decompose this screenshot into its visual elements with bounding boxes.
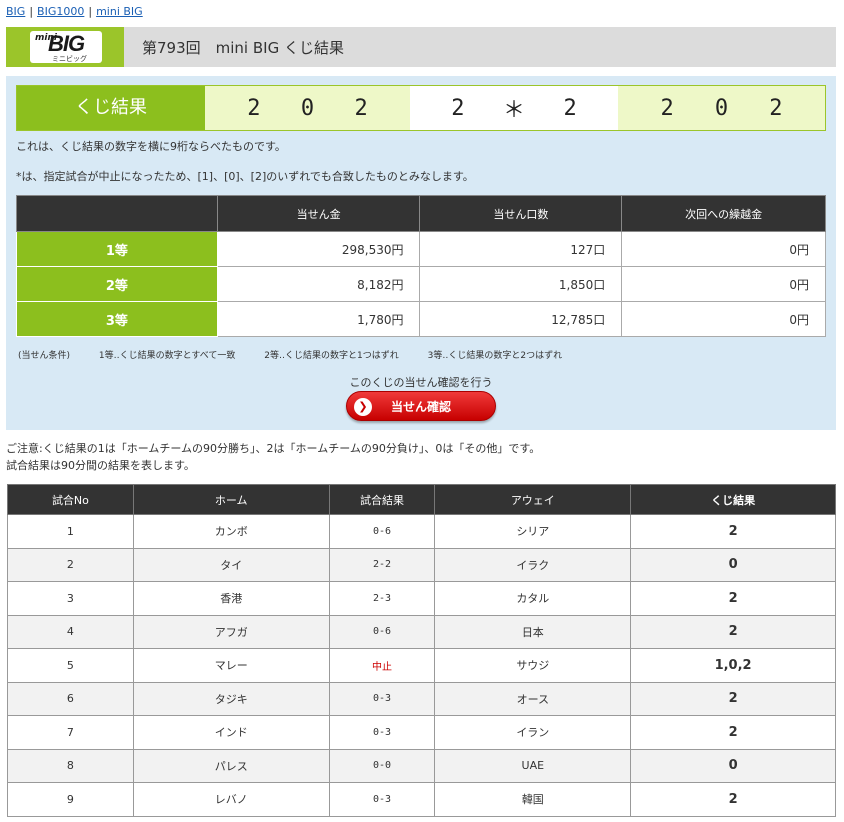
- home-team: タジキ: [132, 681, 330, 716]
- match-score: 0-0: [328, 748, 436, 783]
- home-team: アフガ: [132, 614, 330, 649]
- result-group-3: 2 0 2: [618, 86, 825, 130]
- match-no: 8: [7, 748, 134, 783]
- top-nav: BIG | BIG1000 | mini BIG: [6, 5, 143, 18]
- home-team: マレー: [132, 648, 330, 683]
- lottery-result: 0: [630, 748, 836, 783]
- lottery-result: 2: [630, 715, 836, 750]
- match-no: 2: [7, 547, 134, 582]
- away-team: UAE: [434, 748, 632, 783]
- table-row: 9 レバノ 0-3 韓国 2: [7, 782, 836, 817]
- prize-header-amount: 当せん金: [216, 195, 421, 232]
- winning-check-button[interactable]: ❯ 当せん確認: [346, 391, 496, 421]
- match-no: 1: [7, 514, 134, 549]
- home-team: インド: [132, 715, 330, 750]
- home-team: パレス: [132, 748, 330, 783]
- nav-link-big1000[interactable]: BIG1000: [37, 5, 84, 18]
- away-team: シリア: [434, 514, 632, 549]
- caution-note: ご注意:くじ結果の1は「ホームチームの90分勝ち」、2は「ホームチームの90分負…: [6, 442, 541, 472]
- table-row: 8 パレス 0-0 UAE 0: [7, 748, 836, 783]
- table-row: 2 タイ 2-2 イラク 0: [7, 547, 836, 582]
- page-title: 第793回 mini BIG くじ結果: [142, 39, 344, 57]
- lottery-result: 2: [630, 614, 836, 649]
- match-header-no: 試合No: [7, 484, 134, 515]
- confirm-label: このくじの当せん確認を行う: [349, 376, 493, 389]
- prize-row: 1等 298,530円 127口 0円: [16, 231, 826, 267]
- match-score: 0-3: [328, 782, 436, 817]
- home-team: 香港: [132, 581, 330, 616]
- result-note: これは、くじ結果の数字を横に9桁ならべたものです。: [16, 140, 286, 153]
- match-header-away: アウェイ: [434, 484, 632, 515]
- away-team: サウジ: [434, 648, 632, 683]
- nav-link-mini-big[interactable]: mini BIG: [96, 5, 143, 18]
- away-team: 韓国: [434, 782, 632, 817]
- match-score: 中止: [328, 648, 436, 683]
- match-no: 7: [7, 715, 134, 750]
- match-no: 3: [7, 581, 134, 616]
- prize-header-count: 当せん口数: [419, 195, 623, 232]
- lottery-result: 0: [630, 547, 836, 582]
- match-no: 9: [7, 782, 134, 817]
- away-team: オース: [434, 681, 632, 716]
- match-score: 0-3: [328, 681, 436, 716]
- cancel-note: *は、指定試合が中止になったため、[1]、[0]、[2]のいずれでも合致したもの…: [16, 170, 474, 183]
- table-row: 3 香港 2-3 カタル 2: [7, 581, 836, 616]
- away-team: イラン: [434, 715, 632, 750]
- match-header-score: 試合結果: [328, 484, 436, 515]
- home-team: タイ: [132, 547, 330, 582]
- prize-table: 当せん金 当せん口数 次回への繰越金 1等 298,530円 127口 0円 2…: [16, 195, 826, 337]
- mini-big-logo: mini BIG ミニビッグ: [6, 27, 124, 67]
- home-team: レバノ: [132, 782, 330, 817]
- away-team: イラク: [434, 547, 632, 582]
- away-team: カタル: [434, 581, 632, 616]
- result-panel: くじ結果 2 0 2 2 ＊ 2 2 0 2 これは、くじ結果の数字を横に9桁な…: [6, 76, 836, 430]
- match-header-result: くじ結果: [630, 484, 836, 515]
- lottery-result: 2: [630, 514, 836, 549]
- match-score: 2-2: [328, 547, 436, 582]
- result-group-1: 2 0 2: [205, 86, 410, 130]
- result-group-2: 2 ＊ 2: [410, 86, 618, 130]
- match-no: 6: [7, 681, 134, 716]
- table-row: 6 タジキ 0-3 オース 2: [7, 681, 836, 716]
- away-team: 日本: [434, 614, 632, 649]
- lottery-result-row: くじ結果 2 0 2 2 ＊ 2 2 0 2: [16, 85, 826, 131]
- prize-row: 3等 1,780円 12,785口 0円: [16, 301, 826, 337]
- lottery-result: 2: [630, 782, 836, 817]
- prize-row: 2等 8,182円 1,850口 0円: [16, 266, 826, 302]
- table-row: 5 マレー 中止 サウジ 1,0,2: [7, 648, 836, 683]
- home-team: カンボ: [132, 514, 330, 549]
- lottery-result: 1,0,2: [630, 648, 836, 683]
- match-no: 4: [7, 614, 134, 649]
- chevron-right-icon: ❯: [354, 398, 372, 416]
- match-no: 5: [7, 648, 134, 683]
- prize-header-blank: [16, 195, 218, 232]
- match-table: 試合No ホーム 試合結果 アウェイ くじ結果 1 カンボ 0-6 シリア 2 2 タイ 2-…: [7, 484, 836, 817]
- result-label: くじ結果: [17, 86, 205, 130]
- winning-conditions: (当せん条件) 1等‥くじ結果の数字とすべて一致 2等‥くじ結果の数字と1つはず…: [18, 351, 563, 361]
- table-row: 1 カンボ 0-6 シリア 2: [7, 514, 836, 549]
- page-header: mini BIG ミニビッグ 第793回 mini BIG くじ結果: [6, 27, 836, 67]
- lottery-result: 2: [630, 681, 836, 716]
- table-row: 7 インド 0-3 イラン 2: [7, 715, 836, 750]
- match-score: 2-3: [328, 581, 436, 616]
- match-score: 0-3: [328, 715, 436, 750]
- lottery-result: 2: [630, 581, 836, 616]
- match-header-home: ホーム: [132, 484, 330, 515]
- match-score: 0-6: [328, 614, 436, 649]
- match-score: 0-6: [328, 514, 436, 549]
- nav-link-big[interactable]: BIG: [6, 5, 25, 18]
- table-row: 4 アフガ 0-6 日本 2: [7, 614, 836, 649]
- prize-header-carry: 次回への繰越金: [621, 195, 826, 232]
